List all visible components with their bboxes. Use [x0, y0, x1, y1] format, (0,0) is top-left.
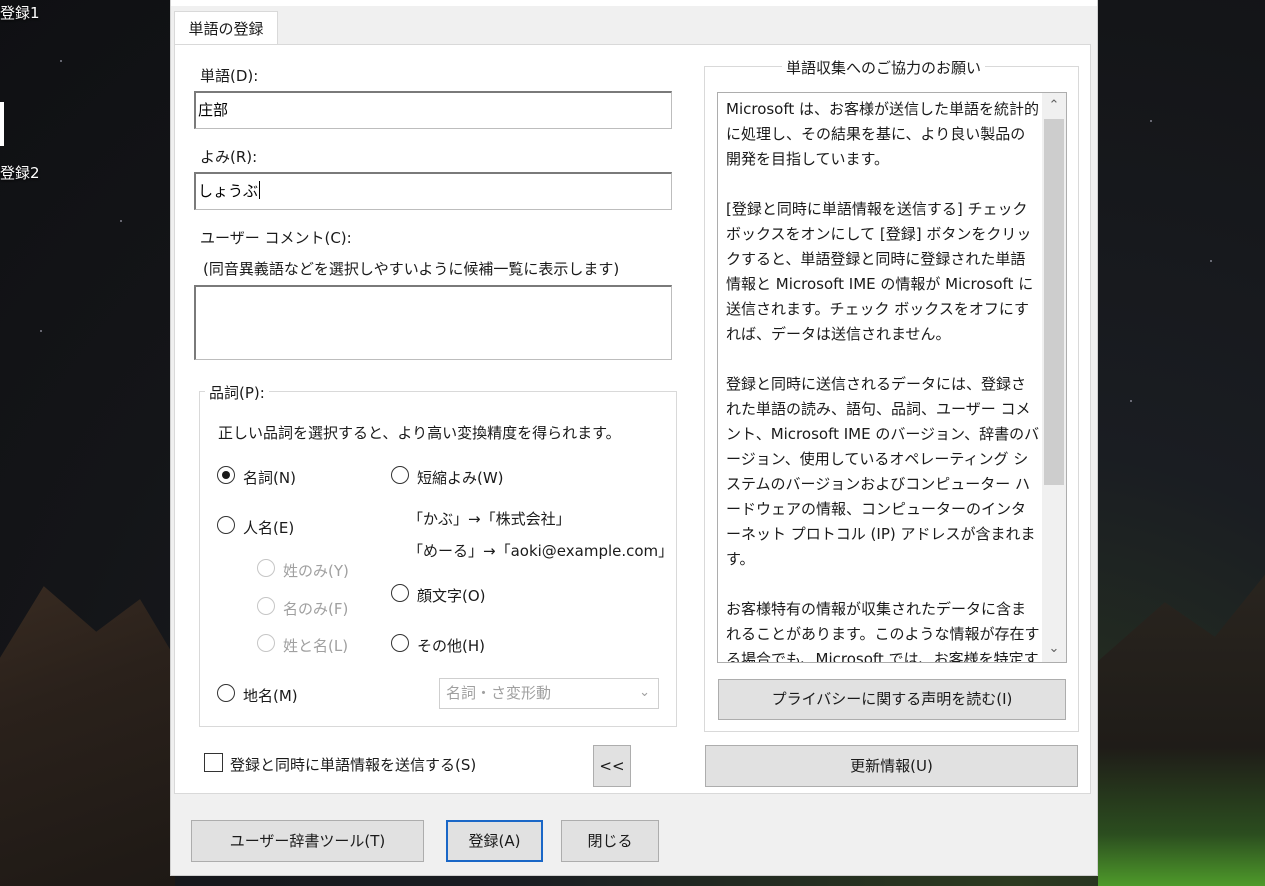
dialog-top-strip — [171, 0, 1097, 6]
privacy-info-text: Microsoft は、お客様が送信した単語を統計的に処理し、その結果を基に、よ… — [726, 97, 1040, 663]
pos-subtype-value: 名詞・さ変形動 — [446, 684, 552, 702]
desktop-icon-1-label[interactable]: 登録1 — [0, 2, 40, 23]
surname-and-name-label: 姓と名(L) — [283, 637, 349, 655]
noun-label[interactable]: 名詞(N) — [243, 467, 296, 488]
text-caret — [259, 181, 261, 199]
star — [60, 60, 62, 62]
send-word-info-label[interactable]: 登録と同時に単語情報を送信する(S) — [230, 754, 476, 775]
desktop-icon-2-label[interactable]: 登録2 — [0, 162, 40, 183]
surname-and-name-radio[interactable] — [257, 634, 275, 652]
collapse-button[interactable]: << — [593, 745, 631, 787]
star — [1210, 260, 1212, 262]
emoticon-label[interactable]: 顔文字(O) — [417, 585, 486, 606]
star — [120, 220, 122, 222]
info-paragraph-3: 登録と同時に送信されるデータには、登録された単語の読み、語句、品詞、ユーザー コ… — [726, 375, 1040, 568]
surname-only-label: 姓のみ(Y) — [283, 562, 349, 580]
pos-group-title: 品詞(P): — [205, 382, 269, 403]
word-input[interactable]: 庄部 — [194, 91, 672, 129]
abbrev-reading-label[interactable]: 短縮よみ(W) — [417, 467, 504, 488]
scroll-down-arrow-icon[interactable]: ⌄ — [1042, 638, 1066, 660]
givenname-only-label: 名のみ(F) — [283, 600, 349, 618]
other-label[interactable]: その他(H) — [417, 635, 485, 656]
place-name-radio[interactable] — [217, 684, 235, 702]
scrollbar-thumb[interactable] — [1044, 119, 1064, 485]
close-button[interactable]: 閉じる — [561, 820, 659, 862]
star — [40, 330, 42, 332]
chevron-down-icon: ⌄ — [639, 685, 650, 700]
register-button[interactable]: 登録(A) — [446, 820, 543, 862]
user-dictionary-tool-button[interactable]: ユーザー辞書ツール(T) — [191, 820, 424, 862]
emoticon-radio[interactable] — [391, 584, 409, 602]
info-paragraph-2: [登録と同時に単語情報を送信する] チェック ボックスをオンにして [登録] ボ… — [726, 200, 1034, 343]
reading-value: しょうぶ — [198, 182, 259, 200]
surname-only-radio[interactable] — [257, 559, 275, 577]
comment-textarea[interactable] — [194, 285, 672, 360]
vertical-scrollbar[interactable]: ⌃ ⌄ — [1042, 93, 1066, 662]
tab-word-registration[interactable]: 単語の登録 — [174, 11, 278, 45]
privacy-info-textbox[interactable]: Microsoft は、お客様が送信した単語を統計的に処理し、その結果を基に、よ… — [717, 92, 1067, 663]
pos-description: 正しい品詞を選択すると、より高い変換精度を得られます。 — [218, 424, 621, 442]
comment-label: ユーザー コメント(C): — [200, 229, 352, 247]
desktop-selection-marker — [0, 102, 4, 146]
update-info-button[interactable]: 更新情報(U) — [705, 745, 1078, 787]
info-paragraph-4: お客様特有の情報が収集されたデータに含まれることがあります。このような情報が存在… — [726, 600, 1040, 663]
person-name-label[interactable]: 人名(E) — [243, 517, 294, 538]
abbrev-example-1: 「かぶ」→「株式会社」 — [408, 510, 571, 528]
star — [1150, 120, 1152, 122]
send-word-info-checkbox[interactable] — [204, 753, 223, 772]
pos-subtype-select[interactable]: 名詞・さ変形動 ⌄ — [439, 678, 659, 709]
privacy-statement-button[interactable]: プライバシーに関する声明を読む(I) — [718, 679, 1066, 720]
place-name-label[interactable]: 地名(M) — [243, 685, 298, 706]
comment-hint: (同音異義語などを選択しやすいように候補一覧に表示します) — [203, 260, 620, 278]
star — [1130, 400, 1132, 402]
abbrev-example-2: 「めーる」→「aoki@example.com」 — [408, 542, 674, 560]
word-collection-title: 単語収集へのご協力のお願い — [782, 57, 986, 78]
abbrev-reading-radio[interactable] — [391, 466, 409, 484]
word-label: 単語(D): — [200, 67, 259, 85]
other-radio[interactable] — [391, 634, 409, 652]
desktop-wallpaper-mountain-left — [0, 586, 175, 886]
desktop-wallpaper-mountain-right — [1098, 574, 1265, 886]
reading-label: よみ(R): — [200, 148, 258, 166]
scroll-up-arrow-icon[interactable]: ⌃ — [1042, 95, 1066, 117]
person-name-radio[interactable] — [217, 516, 235, 534]
givenname-only-radio[interactable] — [257, 597, 275, 615]
noun-radio[interactable] — [217, 466, 235, 484]
info-paragraph-1: Microsoft は、お客様が送信した単語を統計的に処理し、その結果を基に、よ… — [726, 100, 1040, 168]
reading-input[interactable]: しょうぶ — [194, 172, 672, 210]
word-value: 庄部 — [198, 101, 229, 119]
